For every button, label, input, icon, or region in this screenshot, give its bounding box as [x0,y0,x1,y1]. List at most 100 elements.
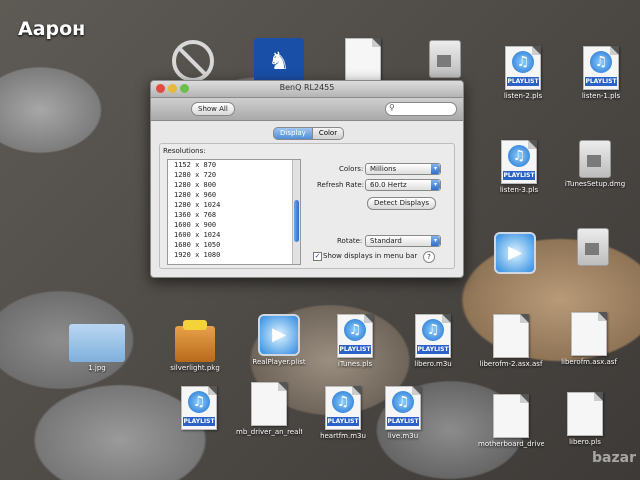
desktop-icon-label: liberofm.asx.asf [561,358,617,366]
playlist-badge: PLAYLIST [327,417,359,426]
desktop-icon-label: RealPlayer.plist [252,358,306,366]
scrollbar-thumb[interactable] [294,200,299,242]
desktop-icon-label: motherboard_driver_an_realtek_3_w7.exe [478,440,544,448]
music-note-icon: ♫ [512,51,534,73]
search-icon: ⚲ [389,103,395,112]
desktop-icon-doc[interactable]: mb_driver_an_realtek_rt.exe [236,382,302,437]
watermark: bazar [592,450,636,466]
desktop-icon-doc-top[interactable] [330,38,396,82]
window-title: BenQ RL2455 [279,83,335,92]
refresh-rate-label: Refresh Rate: [317,181,365,189]
chevron-down-icon: ▾ [431,236,440,246]
playlist-icon: ♫ PLAYLIST [325,386,361,430]
desktop-icon-listen-2[interactable]: ♫ PLAYLIST listen-2.pls [490,46,556,101]
playlist-icon: ♫ PLAYLIST [415,314,451,358]
desktop-icon-label: libero.m3u [414,360,452,368]
colors-label: Colors: [339,165,364,173]
resolution-option[interactable]: 1600 x 1024 [168,230,300,240]
desktop-icon-disk-top[interactable] [412,40,478,78]
desktop-icon-label: 1.jpg [88,364,106,372]
resolutions-label: Resolutions: [163,147,206,155]
playlist-icon: ♫ PLAYLIST [505,46,541,90]
desktop-icon-doc[interactable]: motherboard_driver_an_realtek_3_w7.exe [478,394,544,449]
desktop-icon-playlist[interactable]: ♫ PLAYLIST iTunes.pls [322,314,388,369]
desktop-icon-itunes-dmg[interactable]: iTunesSetup.dmg [562,140,628,189]
desktop-icon-playlist[interactable]: ♫ PLAYLIST libero.m3u [400,314,466,369]
toolbar: Show All ⚲ [151,98,463,121]
desktop-icon-label: live.m3u [387,432,419,440]
detect-displays-button[interactable]: Detect Displays [367,197,437,210]
rotate-value: Standard [370,237,402,245]
document-icon [571,312,607,356]
resolution-option[interactable]: 1280 x 960 [168,190,300,200]
desktop-icon-playlist[interactable]: ♫ PLAYLIST live.m3u [370,386,436,441]
app-icon: ♞ [254,38,304,84]
tab-color[interactable]: Color [312,127,345,140]
playlist-icon: ♫ PLAYLIST [583,46,619,90]
resolutions-scrollbar[interactable] [292,160,300,264]
desktop-icon-quicktime[interactable]: ▶ [482,232,548,276]
show-in-menubar-checkbox[interactable]: ✓ [313,252,322,261]
desktop-icon-listen-3[interactable]: ♫ PLAYLIST listen-3.pls [486,140,552,195]
desktop-icon-app[interactable]: ♞ [246,38,312,84]
resolution-option[interactable]: 1152 x 870 [168,160,300,170]
rotate-label: Rotate: [337,237,363,245]
resolution-option[interactable]: 1280 x 720 [168,170,300,180]
desktop-icon-playlist[interactable]: ♫ PLAYLIST heartfm.m3u [310,386,376,441]
tab-display[interactable]: Display [273,127,313,140]
desktop-icon-playlist[interactable]: ♫ PLAYLIST [166,386,232,432]
desktop-icon-label: heartfm.m3u [320,432,366,440]
music-note-icon: ♫ [392,391,414,413]
desktop-icon-package[interactable]: silverlight.pkg [162,320,228,373]
package-icon [175,320,215,362]
desktop-icon-disk[interactable] [560,228,626,268]
playlist-icon: ♫ PLAYLIST [181,386,217,430]
music-note-icon: ♫ [332,391,354,413]
desktop-icon-doc[interactable]: libero.pls [552,392,618,447]
playlist-badge: PLAYLIST [339,345,371,354]
desktop-icon-label: libero.pls [569,438,601,446]
music-note-icon: ♫ [344,319,366,341]
resolution-option[interactable]: 1680 x 1050 [168,240,300,250]
title-bar[interactable]: BenQ RL2455 [151,81,463,98]
desktop-icon-label: silverlight.pkg [170,364,220,372]
document-icon [493,394,529,438]
desktop-icon-doc[interactable]: liberofm.asx.asf [556,312,622,367]
desktop-icon-folder[interactable]: 1.jpg [64,324,130,373]
playlist-badge: PLAYLIST [387,417,419,426]
resolution-option[interactable]: 1600 x 900 [168,220,300,230]
desktop-icon-label: listen-3.pls [499,186,539,194]
display-preferences-window: BenQ RL2455 Show All ⚲ Display Color Res… [150,80,464,278]
desktop-icon-label: mb_driver_an_realtek_rt.exe [236,428,302,436]
refresh-rate-select[interactable]: 60.0 Hertz ▾ [365,179,441,191]
playlist-badge: PLAYLIST [183,417,215,426]
desktop-icon-label: liberofm-2.asx.asf [479,360,543,368]
show-all-button[interactable]: Show All [191,102,235,116]
playlist-icon: ♫ PLAYLIST [385,386,421,430]
disk-image-icon [579,140,611,178]
playlist-icon: ♫ PLAYLIST [501,140,537,184]
colors-select[interactable]: Millions ▾ [365,163,441,175]
music-note-icon: ♫ [508,145,530,167]
desktop-icon-realplayer[interactable]: ▶ RealPlayer.plist [246,314,312,367]
search-field[interactable]: ⚲ [385,102,457,116]
help-button[interactable]: ? [423,251,435,263]
resolution-option[interactable]: 1920 x 1080 [168,250,300,260]
desktop-icon-doc[interactable]: liberofm-2.asx.asf [478,314,544,369]
chevron-down-icon: ▾ [431,180,440,190]
resolution-option[interactable]: 1360 x 768 [168,210,300,220]
playlist-badge: PLAYLIST [417,345,449,354]
desktop-icon-listen-1[interactable]: ♫ PLAYLIST listen-1.pls [568,46,634,101]
show-in-menubar-label: Show displays in menu bar [323,252,418,260]
resolution-option[interactable]: 1280 x 800 [168,180,300,190]
resolutions-list[interactable]: 1152 x 870 1280 x 720 1280 x 800 1280 x … [167,159,301,265]
quicktime-icon: ▶ [494,232,536,274]
desktop-icon-blocked[interactable] [160,40,226,82]
desktop-icon-label: listen-2.pls [503,92,543,100]
resolution-option[interactable]: 1280 x 1024 [168,200,300,210]
desktop-icon-label: listen-1.pls [581,92,621,100]
rotate-select[interactable]: Standard ▾ [365,235,441,247]
colors-value: Millions [370,165,397,173]
refresh-rate-value: 60.0 Hertz [370,181,407,189]
disk-image-icon [577,228,609,266]
